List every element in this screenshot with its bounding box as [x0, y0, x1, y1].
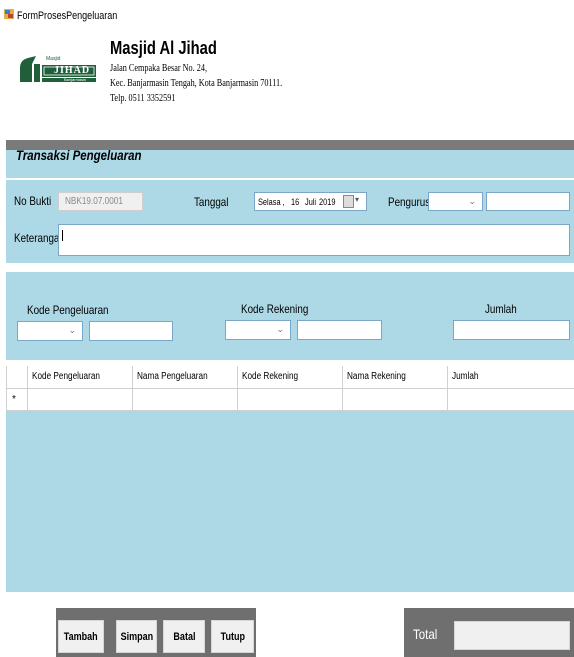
tutup-button[interactable]: Tutup — [211, 620, 254, 653]
logo-bottom-text: Banjarmasin — [64, 77, 87, 82]
calendar-icon[interactable] — [343, 195, 354, 208]
tambah-button[interactable]: Tambah — [58, 620, 104, 653]
chevron-down-icon[interactable]: ▾ — [355, 195, 359, 204]
tanggal-datepicker[interactable]: Selasa , 16 Juli 2019 ▾ — [254, 192, 367, 211]
title-bar: FormProsesPengeluaran — [0, 0, 574, 30]
nama-rekening-field[interactable] — [297, 320, 382, 340]
pengurus-dropdown[interactable]: ⌄ — [428, 192, 483, 211]
column-header[interactable]: Nama Rekening — [342, 366, 447, 388]
batal-button[interactable]: Batal — [163, 620, 205, 653]
text-cursor — [62, 230, 63, 241]
nama-pengeluaran-field[interactable] — [89, 321, 173, 341]
new-row-marker: * — [6, 389, 27, 410]
grid-header: Kode Pengeluaran Nama Pengeluaran Kode R… — [6, 366, 574, 389]
date-day: Selasa , — [258, 197, 285, 207]
org-name: Masjid Al Jihad — [110, 38, 217, 58]
date-month: Juli — [305, 197, 317, 207]
table-cell[interactable] — [132, 389, 237, 410]
no-bukti-label: No Bukti — [14, 194, 52, 208]
address-line-1: Jalan Cempaka Besar No. 24, — [110, 63, 208, 74]
keterangan-textarea[interactable] — [58, 224, 570, 256]
kode-pengeluaran-label: Kode Pengeluaran — [27, 303, 109, 317]
chevron-down-icon: ⌄ — [68, 325, 76, 335]
column-header[interactable]: Kode Rekening — [237, 366, 342, 388]
chevron-down-icon: ⌄ — [276, 324, 284, 334]
table-cell[interactable] — [27, 389, 132, 410]
phone-text: Telp. 0511 3352591 — [110, 93, 176, 104]
logo-main-text: JIHAD — [54, 65, 91, 76]
kode-pengeluaran-dropdown[interactable]: ⌄ — [17, 321, 83, 341]
app-icon — [4, 9, 14, 19]
table-row[interactable]: * — [6, 389, 574, 411]
total-field — [454, 621, 570, 650]
pengurus-label: Pengurus — [388, 195, 431, 209]
section-title: Transaksi Pengeluaran — [16, 147, 142, 163]
tanggal-label: Tanggal — [194, 195, 229, 209]
column-header[interactable]: Nama Pengeluaran — [132, 366, 237, 388]
address-line-2: Kec. Banjarmasin Tengah, Kota Banjarmasi… — [110, 78, 283, 89]
date-year: 2019 — [319, 197, 336, 207]
mosque-logo: Masjid JIHAD Banjarmasin — [18, 54, 98, 84]
kode-rekening-dropdown[interactable]: ⌄ — [225, 320, 291, 340]
date-date: 16 — [291, 197, 300, 207]
table-cell[interactable] — [447, 389, 574, 410]
jumlah-field[interactable] — [453, 320, 570, 340]
kode-rekening-label: Kode Rekening — [241, 302, 309, 316]
total-label: Total — [413, 626, 438, 642]
chevron-down-icon: ⌄ — [468, 196, 476, 206]
jumlah-label: Jumlah — [485, 302, 517, 316]
table-cell[interactable] — [342, 389, 447, 410]
pengurus-name-field[interactable] — [486, 192, 570, 211]
simpan-button[interactable]: Simpan — [116, 620, 157, 653]
logo-top-text: Masjid — [46, 56, 61, 62]
no-bukti-field: NBK19.07.0001 — [58, 192, 143, 211]
table-cell[interactable] — [237, 389, 342, 410]
column-header[interactable]: Kode Pengeluaran — [27, 366, 132, 388]
column-header[interactable]: Jumlah — [447, 366, 574, 388]
window-title: FormProsesPengeluaran — [17, 10, 118, 22]
row-header-cell — [6, 366, 27, 388]
